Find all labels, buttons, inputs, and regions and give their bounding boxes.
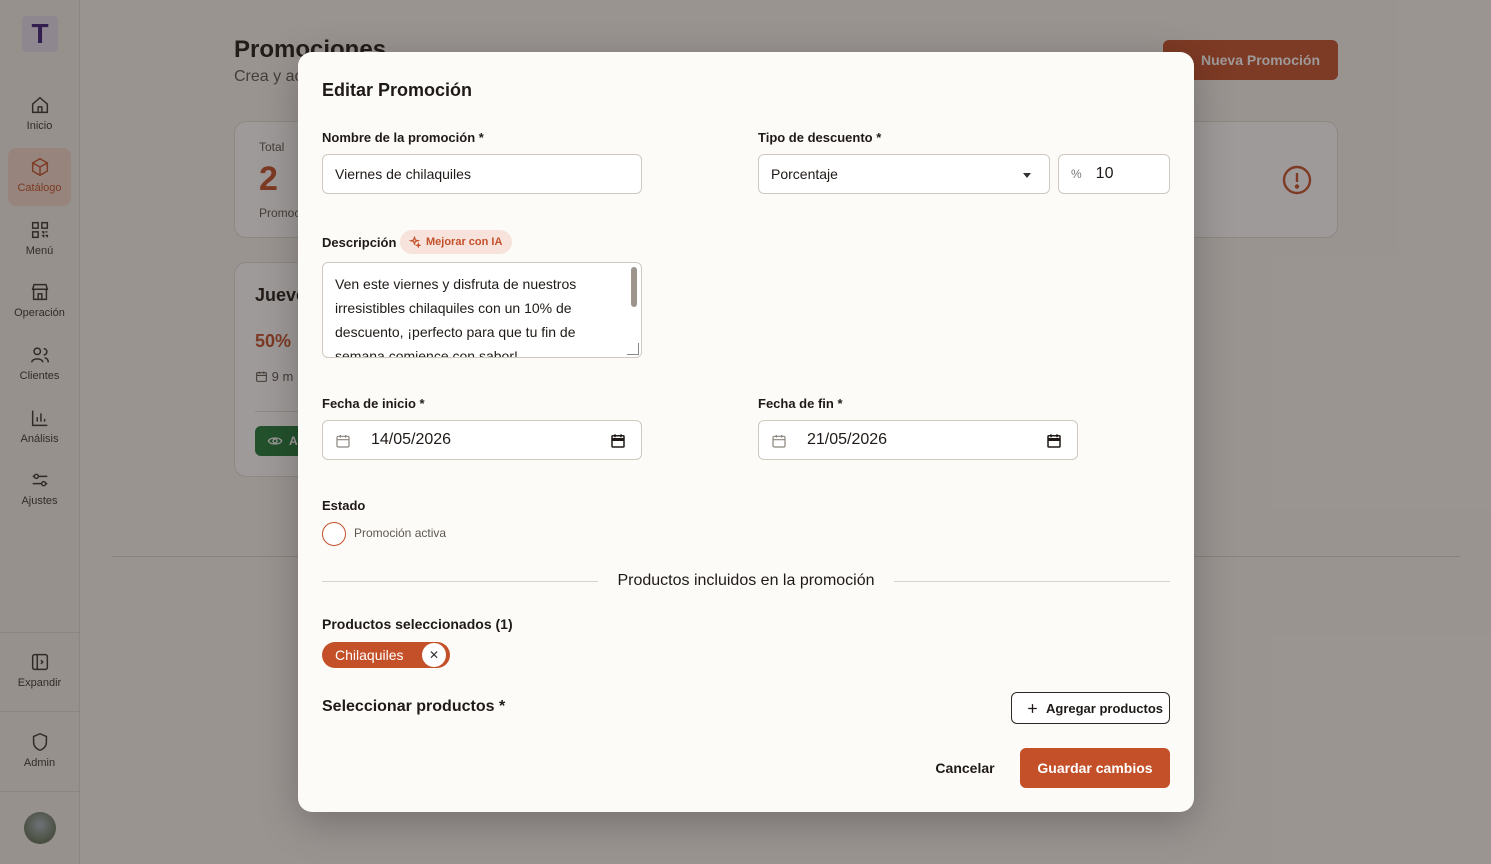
section-divider [894, 581, 1170, 582]
active-promotion-label: Promoción activa [354, 526, 447, 540]
start-date-input[interactable]: 14/05/2026 [322, 420, 642, 460]
selected-products-title: Productos seleccionados (1) [322, 616, 513, 632]
description-textarea[interactable]: Ven este viernes y disfruta de nuestros … [322, 262, 642, 358]
add-products-label: Agregar productos [1046, 701, 1164, 716]
edit-promotion-dialog: Editar Promoción Nombre de la promoción … [298, 52, 1194, 812]
date-picker-icon[interactable] [1045, 432, 1063, 450]
scrollbar-thumb[interactable] [631, 267, 637, 307]
percent-symbol: % [1071, 167, 1082, 181]
add-products-button[interactable]: Agregar productos [1011, 692, 1170, 724]
end-date-label: Fecha de fin * [758, 396, 843, 411]
start-date-label: Fecha de inicio * [322, 396, 425, 411]
save-changes-button[interactable]: Guardar cambios [1020, 748, 1170, 788]
discount-type-select[interactable]: Porcentaje [758, 154, 1050, 194]
plus-icon [1028, 704, 1037, 713]
discount-value-input[interactable]: % 10 [1058, 154, 1170, 194]
status-label: Estado [322, 498, 366, 513]
improve-with-ai-label: Mejorar con IA [426, 236, 503, 248]
select-products-title: Seleccionar productos * [322, 698, 506, 715]
description-label: Descripción [322, 235, 397, 250]
selected-product-chip: Chilaquiles ✕ [322, 642, 450, 668]
start-date-value: 14/05/2026 [371, 431, 452, 448]
discount-type-label: Tipo de descuento * [758, 130, 882, 145]
active-promotion-toggle[interactable] [322, 522, 346, 546]
description-value: Ven este viernes y disfruta de nuestros … [335, 276, 577, 358]
discount-type-value: Porcentaje [771, 166, 838, 182]
end-date-value: 21/05/2026 [807, 431, 888, 448]
product-chip-label: Chilaquiles [335, 647, 404, 663]
caret-down-icon [1023, 173, 1031, 178]
dialog-title: Editar Promoción [322, 80, 473, 100]
calendar-icon [336, 435, 350, 448]
resize-handle[interactable] [627, 343, 639, 355]
end-date-input[interactable]: 21/05/2026 [758, 420, 1078, 460]
calendar-icon [772, 435, 786, 448]
name-label: Nombre de la promoción * [322, 130, 484, 145]
promotion-name-value: Viernes de chilaquiles [335, 166, 471, 182]
improve-with-ai-button[interactable]: Mejorar con IA [400, 230, 513, 254]
cancel-button[interactable]: Cancelar [922, 748, 1008, 788]
promotion-name-input[interactable]: Viernes de chilaquiles [322, 154, 642, 194]
discount-value: 10 [1095, 165, 1114, 182]
sparkles-icon [408, 236, 421, 248]
date-picker-icon[interactable] [609, 432, 627, 450]
remove-product-icon[interactable]: ✕ [422, 643, 446, 667]
